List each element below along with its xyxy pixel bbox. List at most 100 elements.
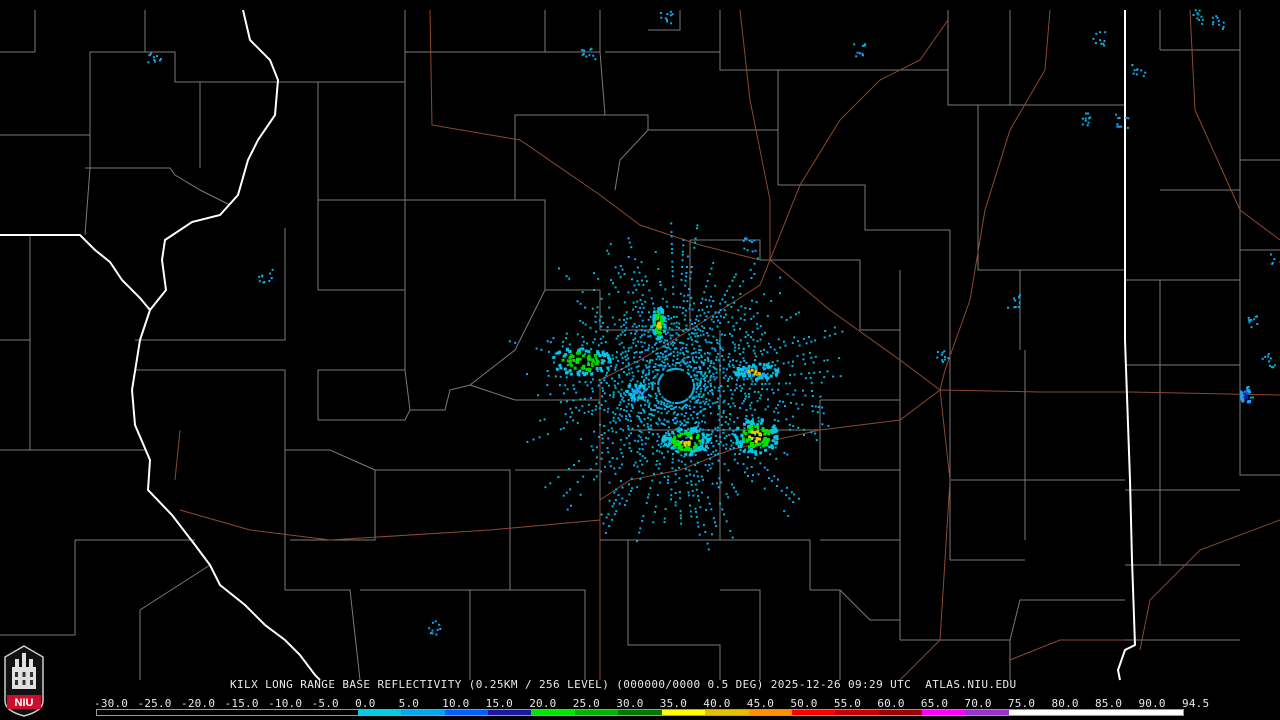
echo-pixel	[663, 418, 666, 421]
echo-pixel	[609, 394, 611, 397]
echo-pixel	[611, 316, 614, 319]
echo-pixel	[675, 332, 678, 335]
echo-pixel	[576, 333, 579, 336]
echo-pixel	[734, 371, 738, 375]
echo-pixel	[610, 427, 613, 430]
echo-pixel	[688, 396, 691, 399]
echo-pixel	[722, 432, 725, 434]
echo-pixel	[736, 379, 739, 382]
echo-pixel	[697, 525, 700, 528]
echo-pixel	[790, 491, 793, 494]
echo-pixel	[808, 372, 811, 375]
echo-pixel	[761, 333, 764, 336]
echo-pixel	[686, 255, 689, 258]
echo-pixel	[1084, 112, 1087, 115]
echo-pixel	[1268, 360, 1271, 363]
echo-pixel	[667, 315, 670, 317]
echo-pixel	[1248, 321, 1251, 324]
echo-pixel	[606, 249, 609, 252]
echo-pixel	[587, 350, 591, 354]
echo-pixel	[708, 371, 711, 374]
echo-pixel	[1131, 64, 1134, 67]
echo-pixel	[561, 345, 564, 348]
echo-pixel	[720, 415, 723, 418]
echo-pixel	[620, 353, 622, 356]
echo-pixel	[751, 250, 754, 253]
echo-pixel	[691, 449, 695, 453]
echo-pixel	[709, 406, 712, 409]
echo-pixel	[808, 336, 810, 338]
echo-pixel	[593, 272, 595, 275]
echo-pixel	[769, 374, 773, 378]
echo-pixel	[698, 348, 701, 351]
echo-pixel	[1250, 326, 1253, 329]
echo-pixel	[761, 353, 764, 356]
echo-pixel	[735, 360, 738, 363]
echo-pixel	[648, 311, 650, 314]
echo-pixel	[643, 418, 646, 421]
echo-pixel	[678, 466, 680, 469]
echo-pixel	[582, 475, 585, 478]
echo-pixel	[744, 307, 747, 309]
echo-pixel	[694, 322, 696, 324]
echo-pixel	[708, 399, 711, 402]
echo-pixel	[696, 371, 699, 374]
echo-pixel	[786, 486, 788, 489]
echo-pixel	[651, 479, 654, 482]
echo-pixel	[640, 261, 643, 264]
echo-pixel	[591, 307, 594, 310]
echo-pixel	[600, 315, 603, 318]
echo-pixel	[732, 359, 735, 361]
echo-pixel	[704, 298, 707, 301]
echo-pixel	[659, 393, 662, 396]
echo-pixel	[652, 310, 656, 314]
echo-pixel	[691, 338, 693, 341]
colorscale-segment	[835, 710, 879, 715]
echo-pixel	[720, 481, 723, 484]
echo-pixel	[569, 354, 573, 358]
echo-pixel	[785, 418, 788, 421]
echo-pixel	[623, 301, 626, 304]
echo-pixel	[756, 312, 759, 315]
echo-pixel	[716, 482, 718, 485]
echo-pixel	[608, 293, 611, 296]
echo-pixel	[748, 449, 751, 453]
echo-pixel	[694, 453, 697, 456]
echo-pixel	[791, 365, 794, 368]
echo-pixel	[758, 442, 762, 446]
echo-pixel	[675, 362, 678, 364]
echo-pixel	[657, 435, 660, 438]
echo-pixel	[549, 393, 552, 396]
echo-pixel	[738, 353, 741, 355]
echo-pixel	[723, 334, 726, 337]
echo-pixel	[710, 360, 713, 363]
echo-pixel	[606, 330, 609, 333]
echo-pixel	[688, 469, 691, 472]
echo-pixel	[627, 419, 630, 422]
echo-pixel	[754, 450, 757, 454]
echo-pixel	[718, 407, 720, 410]
echo-pixel	[673, 322, 676, 325]
echo-pixel	[660, 422, 663, 425]
echo-pixel	[646, 388, 649, 390]
echo-pixel	[751, 380, 754, 383]
echo-pixel	[653, 382, 656, 385]
echo-pixel	[654, 365, 657, 368]
echo-pixel	[669, 10, 672, 13]
echo-pixel	[647, 416, 650, 419]
echo-pixel	[666, 481, 669, 484]
echo-pixel	[429, 632, 432, 635]
echo-pixel	[715, 449, 718, 452]
echo-pixel	[639, 306, 642, 309]
echo-pixel	[576, 421, 579, 424]
echo-pixel	[719, 368, 722, 371]
echo-pixel	[742, 449, 746, 453]
echo-pixel	[627, 256, 630, 258]
echo-pixel	[695, 395, 698, 398]
echo-pixel	[627, 368, 630, 371]
echo-pixel	[570, 504, 572, 507]
echo-pixel	[566, 364, 569, 367]
echo-pixel	[672, 419, 675, 421]
echo-pixel	[648, 431, 651, 434]
echo-pixel	[688, 448, 692, 452]
